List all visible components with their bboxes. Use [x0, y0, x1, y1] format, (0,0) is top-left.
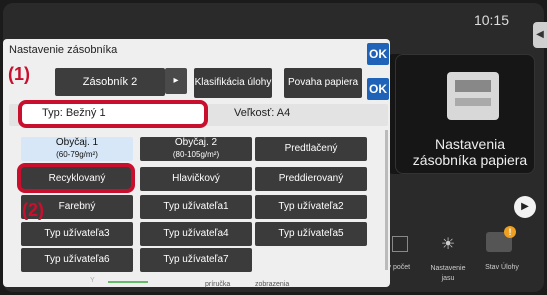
current-size-text: Veľkosť: A4: [234, 107, 291, 119]
paper-type-option[interactable]: Preddierovaný: [255, 167, 367, 191]
callout-2: (2): [22, 200, 44, 220]
paper-type-option[interactable]: Typ užívateľa1: [140, 195, 252, 219]
dialog-title: Nastavenie zásobníka: [9, 44, 118, 56]
printer-icon-top: [455, 80, 491, 92]
job-status-label: Stav Úlohy: [485, 264, 519, 271]
option-sublabel: (60-79g/m²): [56, 150, 98, 159]
option-label: Preddierovaný: [278, 173, 344, 184]
dialog-ok-button[interactable]: OK: [367, 43, 389, 65]
option-label: Typ užívateľa7: [163, 254, 229, 265]
recycled-highlight-box: [17, 163, 135, 193]
scrollbar[interactable]: [385, 130, 388, 270]
printer-icon-tray: [455, 98, 491, 106]
option-label: Obyčaj. 2: [174, 137, 218, 148]
job-classification-tab[interactable]: Klasifikácia úlohy: [194, 68, 272, 98]
paper-type-option[interactable]: Obyčaj. 1 (60-79g/m²): [21, 137, 133, 161]
option-label: Typ užívateľa2: [278, 201, 344, 212]
option-sublabel: (80-105g/m²): [172, 150, 220, 159]
option-label: Typ užívateľa5: [278, 228, 344, 239]
paper-type-option[interactable]: Typ užívateľa7: [140, 248, 252, 272]
side-panel-tab[interactable]: ◀: [533, 22, 547, 48]
y-label: Y: [90, 277, 95, 284]
option-label: Typ užívateľa4: [163, 228, 229, 239]
counter-icon[interactable]: [392, 236, 408, 252]
brightness-label: Nastavenie jasu: [430, 265, 466, 282]
paper-type-option[interactable]: Hlavičkový: [140, 167, 252, 191]
slider-track[interactable]: [108, 281, 148, 283]
current-type-text: Typ: Bežný 1: [42, 107, 106, 119]
tab-ok-button[interactable]: OK: [367, 78, 389, 100]
guide-label: príručka: [205, 281, 231, 288]
option-label: Typ užívateľa1: [163, 201, 229, 212]
paper-property-tab[interactable]: Povaha papiera: [284, 68, 362, 98]
paper-type-option[interactable]: Typ užívateľa6: [21, 248, 133, 272]
paper-type-option[interactable]: Typ užívateľa2: [255, 195, 367, 219]
paper-type-option[interactable]: Typ užívateľa3: [21, 222, 133, 246]
paper-tray-settings-label: Nastavenia zásobníka papiera: [412, 136, 528, 168]
callout-1: (1): [8, 64, 30, 84]
paper-type-option[interactable]: Predtlačený: [255, 137, 367, 161]
paper-type-option[interactable]: Typ užívateľa5: [255, 222, 367, 246]
chevron-right-icon[interactable]: ▸: [165, 68, 187, 94]
brightness-icon[interactable]: ☀: [438, 234, 458, 254]
tray-select-button[interactable]: Zásobník 2: [55, 68, 165, 96]
option-label: Typ užívateľa6: [44, 254, 110, 265]
paper-type-option[interactable]: Obyčaj. 2 (80-105g/m²): [140, 137, 252, 161]
clock: 10:15: [473, 12, 509, 28]
option-label: Hlavičkový: [172, 173, 220, 184]
option-label: Predtlačený: [284, 143, 338, 154]
option-label: Obyčaj. 1: [55, 137, 99, 148]
option-label: Farebný: [58, 201, 96, 212]
option-label: Typ užívateľa3: [44, 228, 110, 239]
counter-label: vý počet: [384, 264, 411, 271]
next-page-icon[interactable]: ▶: [514, 196, 536, 218]
display-label: zobrazenia: [255, 281, 290, 288]
paper-type-option[interactable]: Typ užívateľa4: [140, 222, 252, 246]
alert-badge-icon: !: [504, 226, 516, 238]
